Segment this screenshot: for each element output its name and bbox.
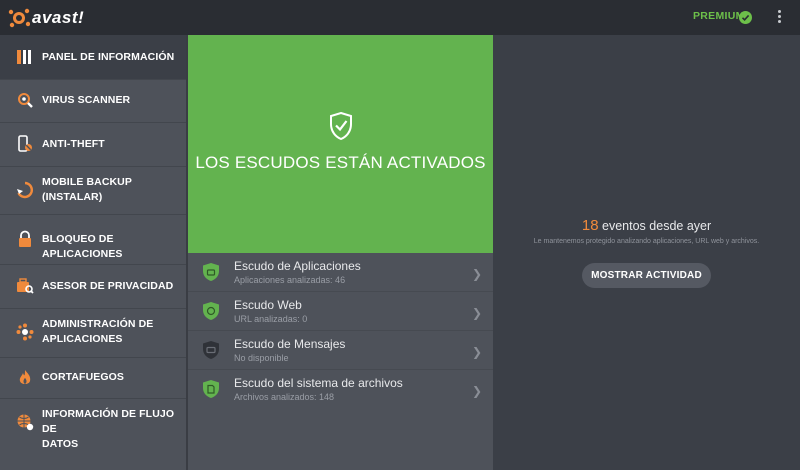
events-description: Le mantenemos protegido analizando aplic…	[533, 238, 760, 245]
message-shield-icon	[203, 341, 219, 359]
lock-icon	[15, 229, 35, 249]
events-count: 18	[581, 217, 599, 234]
shield-subtitle: Aplicaciones analizadas: 46	[234, 275, 346, 285]
shield-row-file-system[interactable]: Escudo del sistema de archivos Archivos …	[188, 370, 493, 409]
data-flow-icon	[15, 412, 35, 432]
shield-title: Escudo del sistema de archivos	[234, 376, 403, 390]
sidebar-nav: PANEL DE INFORMACIÓN VIRUS SCANNER ANTI-…	[0, 35, 188, 470]
backup-icon	[15, 180, 35, 200]
scanner-icon	[15, 90, 35, 110]
activity-panel: 18 eventos desde ayer Le mantenemos prot…	[493, 35, 800, 470]
sidebar-item-label: PANEL DE INFORMACIÓN	[42, 51, 175, 63]
avast-app-window: avast! PREMIUM PANEL DE INFORMACIÓN VIRU…	[0, 0, 800, 470]
sidebar-item-label-line: (INSTALAR)	[42, 191, 103, 203]
overflow-menu-button[interactable]	[774, 9, 784, 27]
firewall-icon	[15, 368, 35, 388]
sidebar-item-label: BLOQUEO DE APLICACIONES	[42, 233, 123, 260]
sidebar-item-label-line: ADMINISTRACIÓN DE	[42, 318, 154, 330]
shield-title: Escudo de Aplicaciones	[234, 259, 361, 273]
sidebar-item-label-line: MOBILE BACKUP	[42, 176, 132, 188]
show-activity-button[interactable]: MOSTRAR ACTIVIDAD	[582, 263, 711, 288]
avast-logo-icon	[8, 8, 30, 28]
shield-row-web[interactable]: Escudo Web URL analizadas: 0 ❯	[188, 292, 493, 331]
chevron-right-icon: ❯	[472, 306, 483, 320]
shield-row-messages[interactable]: Escudo de Mensajes No disponible ❯	[188, 331, 493, 370]
sidebar-item-label: MOBILE BACKUP (INSTALAR)	[42, 175, 132, 205]
privacy-icon	[15, 276, 35, 296]
sidebar-item-privacy-advisor[interactable]: ASESOR DE PRIVACIDAD	[0, 265, 186, 307]
file-shield-icon	[203, 380, 219, 398]
shield-subtitle: URL analizadas: 0	[234, 314, 308, 324]
sidebar-item-label-line: APLICACIONES	[42, 333, 123, 345]
menu-dot	[777, 20, 781, 23]
sidebar-item-dashboard[interactable]: PANEL DE INFORMACIÓN	[0, 35, 186, 79]
premium-check-icon	[739, 11, 752, 24]
sidebar-item-app-lock[interactable]: BLOQUEO DE APLICACIONES	[0, 215, 186, 263]
shield-title: Escudo de Mensajes	[234, 337, 346, 351]
events-count-suffix: eventos desde ayer	[602, 219, 712, 233]
sidebar-item-virus-scanner[interactable]: VIRUS SCANNER	[0, 80, 186, 121]
app-shield-icon	[203, 263, 219, 281]
shield-status-panel: LOS ESCUDOS ESTÁN ACTIVADOS	[188, 35, 493, 253]
chevron-right-icon: ❯	[472, 267, 483, 281]
sidebar-item-label: ASESOR DE PRIVACIDAD	[42, 280, 174, 292]
anti-theft-icon	[15, 134, 35, 154]
avast-logo: avast!	[8, 6, 84, 30]
shield-subtitle: Archivos analizados: 148	[234, 392, 335, 402]
premium-label: PREMIUM	[693, 10, 745, 22]
sidebar-item-label-line: INFORMACIÓN DE FLUJO DE	[42, 408, 175, 435]
dashboard-icon	[15, 47, 35, 67]
sidebar-item-label: VIRUS SCANNER	[42, 94, 131, 106]
chevron-right-icon: ❯	[472, 384, 483, 398]
sidebar-item-anti-theft[interactable]: ANTI-THEFT	[0, 123, 186, 165]
sidebar-item-data-flow[interactable]: INFORMACIÓN DE FLUJO DE DATOS	[0, 399, 186, 450]
menu-dot	[777, 10, 781, 13]
sidebar-item-label: ANTI-THEFT	[42, 138, 105, 150]
shield-subtitle: No disponible	[234, 353, 289, 363]
sidebar-item-firewall[interactable]: CORTAFUEGOS	[0, 358, 186, 397]
top-bar: avast! PREMIUM	[0, 0, 800, 35]
web-shield-icon	[203, 302, 219, 320]
sidebar-item-mobile-backup[interactable]: MOBILE BACKUP (INSTALAR)	[0, 167, 186, 213]
shields-status-title: LOS ESCUDOS ESTÁN ACTIVADOS	[195, 153, 486, 172]
sidebar-item-label: ADMINISTRACIÓN DE APLICACIONES	[42, 317, 153, 347]
sidebar-item-label-line: DATOS	[42, 438, 79, 450]
sidebar-item-app-manager[interactable]: ADMINISTRACIÓN DE APLICACIONES	[0, 309, 186, 356]
sidebar-item-label: INFORMACIÓN DE FLUJO DE DATOS	[42, 407, 186, 452]
chevron-right-icon: ❯	[472, 345, 483, 359]
shield-title: Escudo Web	[234, 298, 302, 312]
apps-manager-icon	[15, 322, 35, 342]
logo-text: avast!	[32, 8, 85, 27]
sidebar-item-label: CORTAFUEGOS	[42, 371, 124, 383]
shield-row-apps[interactable]: Escudo de Aplicaciones Aplicaciones anal…	[188, 253, 493, 292]
shield-list: Escudo de Aplicaciones Aplicaciones anal…	[188, 253, 493, 470]
shield-check-icon	[330, 112, 352, 140]
menu-dot	[777, 15, 781, 18]
events-summary: 18 eventos desde ayer	[493, 217, 800, 234]
